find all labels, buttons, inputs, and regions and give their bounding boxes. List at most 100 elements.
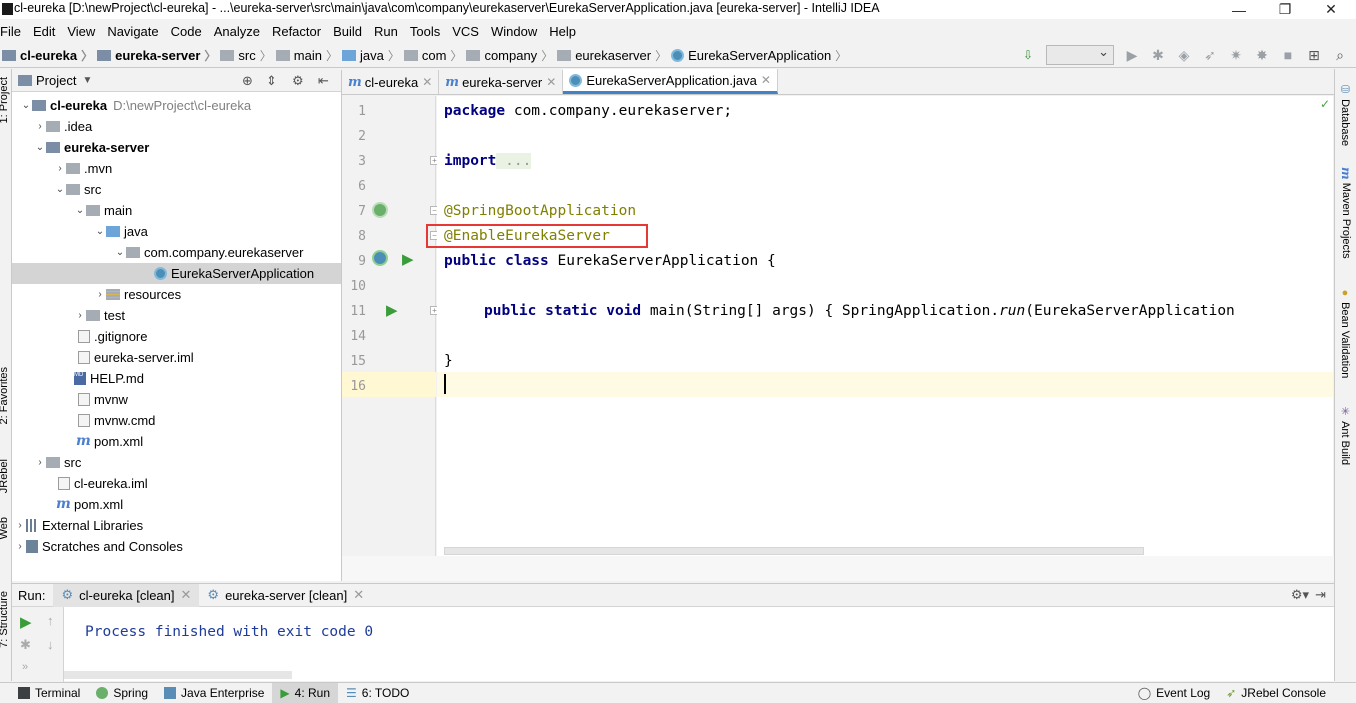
tab-eureka-server-application[interactable]: EurekaServerApplication.java ✕ xyxy=(563,69,778,94)
chevron-down-icon[interactable]: ⌄ xyxy=(114,247,126,258)
tree-item-gitignore[interactable]: .gitignore xyxy=(12,326,341,347)
breadcrumb-eureka-server[interactable]: eureka-server 〉 xyxy=(97,47,216,64)
menu-help[interactable]: Help xyxy=(543,24,582,39)
run-tool-button[interactable]: ▶ 4: Run xyxy=(272,682,339,703)
tree-item-pom-xml[interactable]: m pom.xml xyxy=(12,431,341,452)
breadcrumb-main[interactable]: main 〉 xyxy=(275,47,338,64)
menu-code[interactable]: Code xyxy=(165,24,208,39)
chevron-down-icon[interactable]: ⌄ xyxy=(34,142,46,153)
arrow-up-icon[interactable]: ↑ xyxy=(47,613,54,628)
hide-icon[interactable]: ⇥ xyxy=(1315,587,1334,603)
more-icon[interactable]: » xyxy=(22,661,28,673)
menu-run[interactable]: Run xyxy=(368,24,404,39)
debug-icon[interactable]: ✱ xyxy=(1150,47,1166,63)
arrow-down-icon[interactable]: ↓ xyxy=(47,637,54,652)
tree-item-pom-xml-root[interactable]: m pom.xml xyxy=(12,494,341,515)
structure-tool-button[interactable]: 7: Structure xyxy=(0,591,10,648)
console-scrollbar[interactable] xyxy=(64,671,292,679)
chevron-right-icon[interactable]: › xyxy=(74,310,86,321)
tree-item-mvnw[interactable]: mvnw xyxy=(12,389,341,410)
chevron-right-icon[interactable]: › xyxy=(14,541,26,552)
profile-icon[interactable]: ➶ xyxy=(1202,47,1218,63)
jrebel-tool-button[interactable]: JRebel xyxy=(0,459,10,493)
favorites-tool-button[interactable]: 2: Favorites xyxy=(0,367,10,424)
menu-tools[interactable]: Tools xyxy=(404,24,446,39)
chevron-right-icon[interactable]: › xyxy=(14,520,26,531)
tree-item-main[interactable]: ⌄ main xyxy=(12,200,341,221)
todo-tool-button[interactable]: ☰ 6: TODO xyxy=(338,683,417,703)
jrebel-debug-icon[interactable]: ✸ xyxy=(1254,47,1270,63)
chevron-right-icon[interactable]: › xyxy=(54,163,66,174)
chevron-right-icon[interactable]: › xyxy=(34,457,46,468)
tree-item-scratches[interactable]: › Scratches and Consoles xyxy=(12,536,341,557)
menu-refactor[interactable]: Refactor xyxy=(266,24,327,39)
locate-icon[interactable]: ⊕ xyxy=(242,73,253,89)
menu-build[interactable]: Build xyxy=(327,24,368,39)
inspection-ok-icon[interactable]: ✓ xyxy=(1320,97,1330,111)
maven-tool-button[interactable]: m Maven Projects xyxy=(1339,167,1353,259)
console-output[interactable]: Process finished with exit code 0 xyxy=(85,624,373,640)
tree-item-java[interactable]: ⌄ java xyxy=(12,221,341,242)
breadcrumb-company[interactable]: company 〉 xyxy=(466,47,553,64)
run-config-select[interactable] xyxy=(1046,44,1114,65)
collapse-icon[interactable]: ⇕ xyxy=(266,73,277,89)
close-icon[interactable]: ✕ xyxy=(546,75,556,89)
tree-item-test[interactable]: › test xyxy=(12,305,341,326)
breadcrumb-src[interactable]: src 〉 xyxy=(220,47,272,64)
build-icon[interactable]: ⇩ xyxy=(1020,47,1036,63)
menu-file[interactable]: File xyxy=(0,24,27,39)
menu-view[interactable]: View xyxy=(61,24,101,39)
terminal-tool-button[interactable]: Terminal xyxy=(10,683,88,703)
chevron-down-icon[interactable]: ⌄ xyxy=(94,226,106,237)
tree-item-help-md[interactable]: MD HELP.md xyxy=(12,368,341,389)
tree-item-resources[interactable]: › resources xyxy=(12,284,341,305)
project-tool-button[interactable]: 1: Project xyxy=(0,77,10,123)
database-tool-button[interactable]: ⛁ Database xyxy=(1339,83,1352,146)
tree-item-external-libraries[interactable]: › External Libraries xyxy=(12,515,341,536)
chevron-down-icon[interactable]: ▼ xyxy=(82,75,92,86)
tab-eureka-server[interactable]: m eureka-server ✕ xyxy=(439,70,564,94)
ant-build-tool-button[interactable]: ✳ Ant Build xyxy=(1339,405,1352,465)
spring-tool-button[interactable]: Spring xyxy=(88,683,156,703)
chevron-right-icon[interactable]: › xyxy=(94,289,106,300)
tree-item-cl-eureka[interactable]: ⌄ cl-eureka D:\newProject\cl-eureka xyxy=(12,95,341,116)
close-icon[interactable]: ✕ xyxy=(761,73,771,87)
search-icon[interactable]: ⌕ xyxy=(1332,47,1348,63)
tree-item-cl-eureka-iml[interactable]: cl-eureka.iml xyxy=(12,473,341,494)
gear-icon[interactable]: ⚙ xyxy=(292,73,304,89)
tree-item-eureka-server-application[interactable]: EurekaServerApplication xyxy=(12,263,341,284)
chevron-down-icon[interactable]: ⌄ xyxy=(20,100,32,111)
run-gutter-icon[interactable]: ▶ xyxy=(402,250,414,268)
breadcrumb-cl-eureka[interactable]: cl-eureka 〉 xyxy=(2,47,93,64)
menu-analyze[interactable]: Analyze xyxy=(208,24,266,39)
breadcrumb-java[interactable]: java 〉 xyxy=(341,47,400,64)
minimize-button[interactable]: — xyxy=(1217,0,1261,19)
close-button[interactable]: ✕ xyxy=(1309,0,1353,19)
spring-bean-icon[interactable] xyxy=(372,202,388,218)
tab-cl-eureka[interactable]: m cl-eureka ✕ xyxy=(342,70,440,94)
menu-edit[interactable]: Edit xyxy=(27,24,61,39)
breadcrumb-com[interactable]: com 〉 xyxy=(403,47,462,64)
close-icon[interactable]: ✕ xyxy=(181,587,192,603)
jrebel-console-button[interactable]: ➶ JRebel Console xyxy=(1218,683,1356,703)
tree-item-src[interactable]: ⌄ src xyxy=(12,179,341,200)
tree-item-mvnw-cmd[interactable]: mvnw.cmd xyxy=(12,410,341,431)
coverage-icon[interactable]: ◈ xyxy=(1176,47,1192,63)
run-tab-eureka-server[interactable]: ⚙ eureka-server [clean] ✕ xyxy=(199,584,372,607)
tree-item-eureka-server-iml[interactable]: eureka-server.iml xyxy=(12,347,341,368)
tree-item-idea[interactable]: › .idea xyxy=(12,116,341,137)
web-tool-button[interactable]: Web xyxy=(0,517,10,539)
spring-boot-class-icon[interactable] xyxy=(372,250,388,266)
menu-window[interactable]: Window xyxy=(485,24,543,39)
tree-item-package[interactable]: ⌄ com.company.eurekaserver xyxy=(12,242,341,263)
debug-icon[interactable]: ✱ xyxy=(20,637,31,653)
horizontal-scrollbar[interactable] xyxy=(444,547,1144,555)
breadcrumb-class[interactable]: EurekaServerApplication 〉 xyxy=(671,47,847,64)
tree-item-mvn[interactable]: › .mvn xyxy=(12,158,341,179)
breadcrumb-eurekaserver[interactable]: eurekaserver 〉 xyxy=(557,47,667,64)
chevron-down-icon[interactable]: ⌄ xyxy=(54,184,66,195)
run-icon[interactable]: ▶ xyxy=(1124,47,1140,63)
close-icon[interactable]: ✕ xyxy=(422,75,432,89)
event-log-button[interactable]: ◯ Event Log xyxy=(1130,683,1218,703)
menu-navigate[interactable]: Navigate xyxy=(101,24,164,39)
